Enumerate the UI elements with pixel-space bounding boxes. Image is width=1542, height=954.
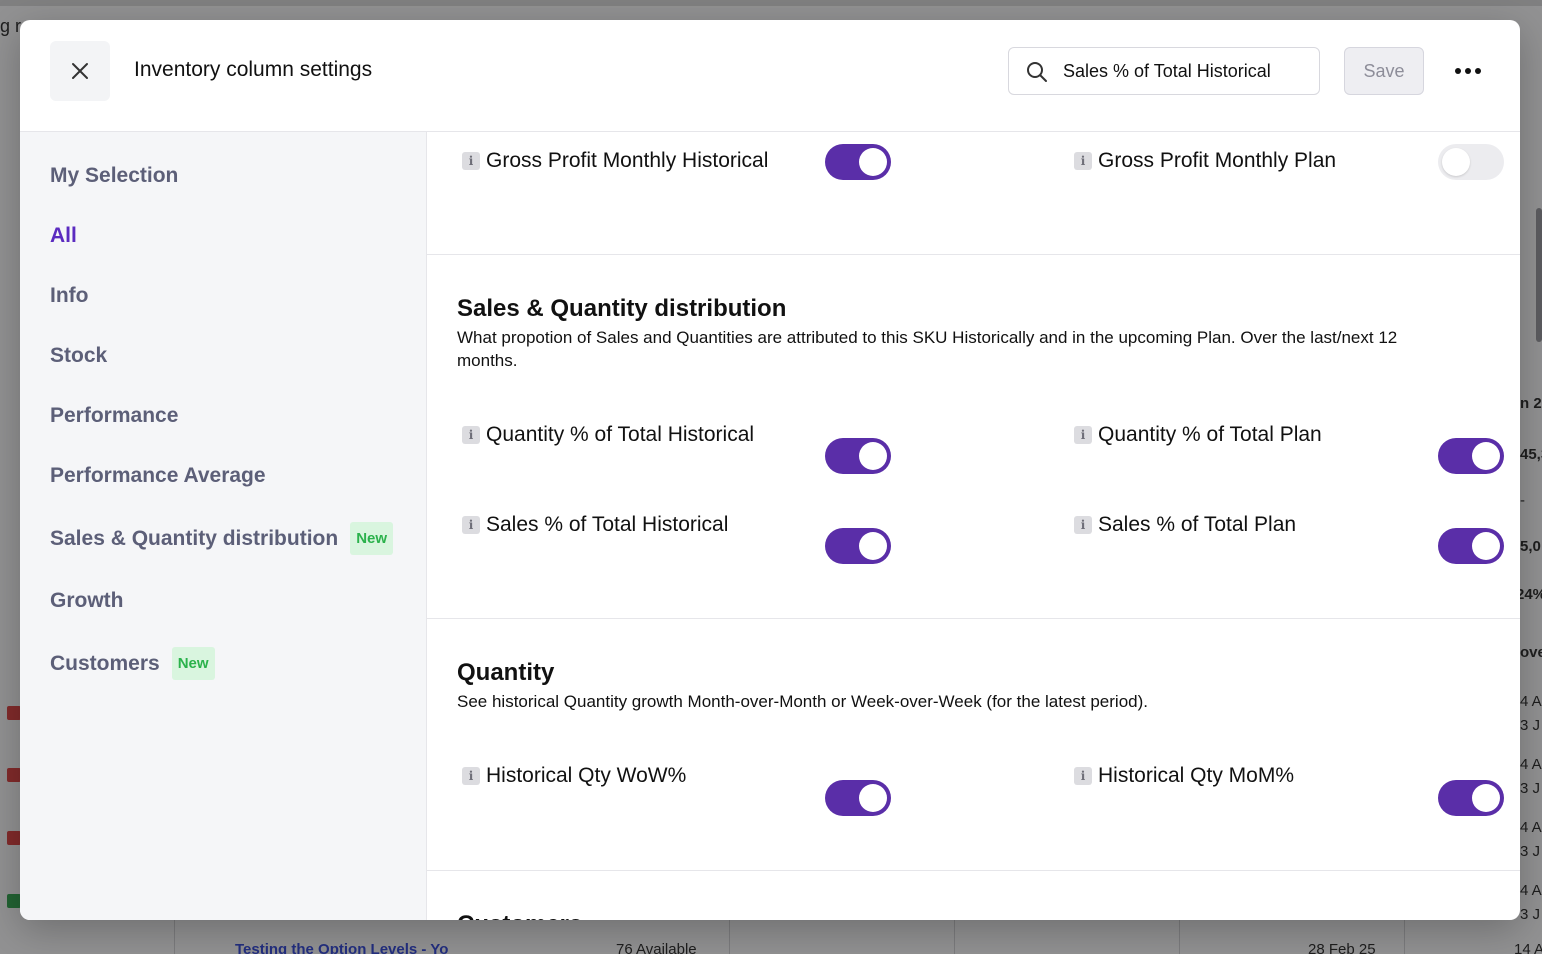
setting-row-historical-qty-mom: i Historical Qty MoM%	[1074, 764, 1294, 788]
section-description: See historical Quantity growth Month-ove…	[457, 692, 1148, 711]
new-badge: New	[171, 647, 215, 680]
search-field[interactable]	[1008, 47, 1320, 95]
setting-label: Historical Qty WoW%	[486, 764, 687, 787]
column-settings-content: i Gross Profit Monthly Historical i Gros…	[427, 132, 1520, 920]
toggle-knob	[1472, 784, 1500, 812]
setting-label: Sales % of Total Historical	[486, 513, 729, 536]
sidebar-item-label: Sales & Quantity distribution	[50, 526, 339, 550]
toggle-knob	[1472, 442, 1500, 470]
info-icon[interactable]: i	[462, 426, 480, 444]
toggle-sales-pct-total-plan[interactable]	[1438, 528, 1504, 564]
setting-row-quantity-pct-total-historical: i Quantity % of Total Historical	[462, 423, 754, 447]
info-icon[interactable]: i	[462, 152, 480, 170]
setting-label: Quantity % of Total Plan	[1098, 423, 1322, 446]
setting-row-gross-profit-monthly-historical: i Gross Profit Monthly Historical	[462, 149, 768, 173]
section-divider	[427, 870, 1520, 871]
more-options-dot-icon	[1465, 68, 1471, 74]
toggle-sales-pct-total-historical[interactable]	[825, 528, 891, 564]
sidebar-item-performance[interactable]: Performance	[50, 404, 178, 428]
toggle-knob	[859, 442, 887, 470]
close-button[interactable]	[50, 41, 110, 101]
category-sidebar: My Selection All Info Stock Performance …	[20, 132, 427, 920]
setting-row-sales-pct-total-plan: i Sales % of Total Plan	[1074, 513, 1296, 537]
more-options-dot-icon	[1455, 68, 1461, 74]
sidebar-item-label: Performance	[50, 404, 179, 427]
setting-row-sales-pct-total-historical: i Sales % of Total Historical	[462, 513, 728, 537]
sidebar-item-label: Info	[50, 284, 89, 307]
toggle-knob	[859, 148, 887, 176]
sidebar-item-label: Stock	[50, 344, 108, 367]
more-options-dot-icon	[1475, 68, 1481, 74]
toggle-knob	[1472, 532, 1500, 560]
toggle-gross-profit-monthly-historical[interactable]	[825, 144, 891, 180]
more-options-button[interactable]	[1448, 53, 1488, 89]
info-icon[interactable]: i	[1074, 516, 1092, 534]
info-icon[interactable]: i	[1074, 767, 1092, 785]
toggle-quantity-pct-total-plan[interactable]	[1438, 438, 1504, 474]
sidebar-item-sales-quantity-distribution[interactable]: Sales & Quantity distribution New	[50, 522, 394, 555]
setting-label: Sales % of Total Plan	[1098, 513, 1297, 536]
setting-row-gross-profit-monthly-plan: i Gross Profit Monthly Plan	[1074, 149, 1336, 173]
close-icon	[72, 63, 88, 79]
info-icon[interactable]: i	[462, 516, 480, 534]
section-title-quantity: Quantity	[457, 659, 555, 686]
column-settings-modal: Inventory column settings Save My Select…	[20, 20, 1520, 920]
sidebar-item-info[interactable]: Info	[50, 284, 88, 308]
search-input[interactable]	[1063, 48, 1309, 94]
setting-label: Quantity % of Total Historical	[486, 423, 755, 446]
toggle-historical-qty-wow[interactable]	[825, 780, 891, 816]
modal-header: Inventory column settings Save	[20, 20, 1520, 132]
section-description: What propotion of Sales and Quantities a…	[457, 328, 1398, 370]
setting-label: Historical Qty MoM%	[1098, 764, 1295, 787]
section-divider	[427, 254, 1520, 255]
section-divider	[427, 618, 1520, 619]
info-icon[interactable]: i	[462, 767, 480, 785]
sidebar-item-stock[interactable]: Stock	[50, 344, 107, 368]
sidebar-item-performance-average[interactable]: Performance Average	[50, 464, 266, 488]
toggle-quantity-pct-total-historical[interactable]	[825, 438, 891, 474]
save-button[interactable]: Save	[1344, 47, 1424, 95]
setting-row-quantity-pct-total-plan: i Quantity % of Total Plan	[1074, 423, 1322, 447]
sidebar-item-growth[interactable]: Growth	[50, 589, 124, 613]
sidebar-item-label: All	[50, 224, 77, 247]
new-badge: New	[350, 522, 394, 555]
sidebar-item-my-selection[interactable]: My Selection	[50, 164, 178, 188]
toggle-knob	[859, 532, 887, 560]
setting-label: Gross Profit Monthly Plan	[1098, 149, 1337, 172]
section-title-sales-quantity-distribution: Sales & Quantity distribution	[457, 295, 787, 322]
sidebar-item-customers[interactable]: Customers New	[50, 647, 215, 680]
sidebar-item-label: Performance Average	[50, 464, 266, 487]
modal-title: Inventory column settings	[134, 58, 373, 81]
info-icon[interactable]: i	[1074, 426, 1092, 444]
toggle-knob	[859, 784, 887, 812]
info-icon[interactable]: i	[1074, 152, 1092, 170]
section-title-customers: Customers	[457, 911, 582, 920]
sidebar-item-label: My Selection	[50, 164, 179, 187]
sidebar-item-label: Customers	[50, 651, 160, 675]
toggle-knob	[1442, 148, 1470, 176]
sidebar-item-label: Growth	[50, 589, 124, 612]
search-icon	[1025, 60, 1049, 89]
toggle-historical-qty-mom[interactable]	[1438, 780, 1504, 816]
toggle-gross-profit-monthly-plan[interactable]	[1438, 144, 1504, 180]
setting-label: Gross Profit Monthly Historical	[486, 149, 769, 172]
setting-row-historical-qty-wow: i Historical Qty WoW%	[462, 764, 686, 788]
sidebar-item-all[interactable]: All	[50, 224, 77, 248]
